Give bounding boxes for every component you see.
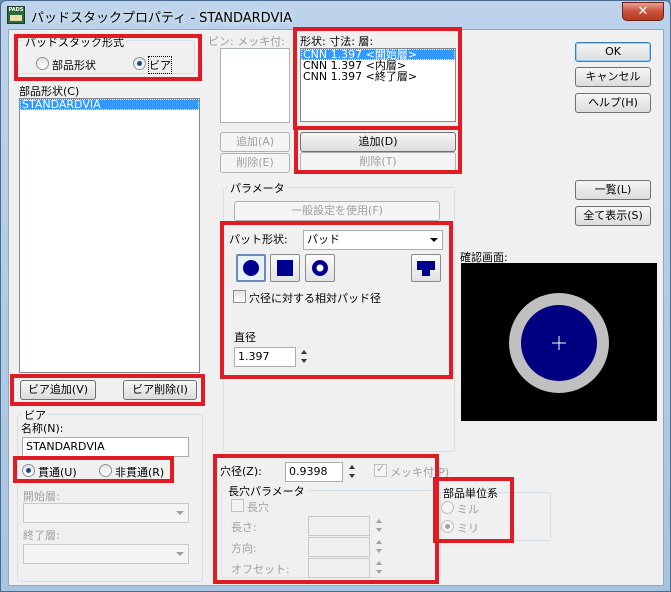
- start-layer-label: 開始層:: [23, 490, 60, 503]
- slot-length-spinner[interactable]: [374, 516, 384, 536]
- custom-pad-icon: [417, 261, 435, 276]
- relative-pad-checkbox[interactable]: [233, 290, 246, 303]
- units-label: 部品単位系: [443, 487, 498, 500]
- dialog-client: パッドスタック形式 部品形状 ビア 部品形状(C) STANDARDVIA ビア…: [8, 27, 664, 586]
- plating-pin-label: ピン: メッキ付:: [208, 35, 285, 48]
- radio-mm-label[interactable]: ミリ: [457, 520, 479, 536]
- cancel-button[interactable]: キャンセル: [575, 67, 651, 87]
- delete-layer-button[interactable]: 削除(T): [300, 152, 456, 172]
- plated-checkbox[interactable]: [374, 462, 387, 477]
- radio-non-through-label[interactable]: 非貫通(R): [115, 464, 164, 480]
- radio-through[interactable]: [22, 464, 35, 477]
- shape-size-layer-list[interactable]: CNN 1.397 <開始層> CNN 1.397 <内層> CNN 1.397…: [300, 48, 456, 122]
- pad-shape-label: パット形状:: [229, 233, 288, 246]
- app-icon-text: PADS: [8, 7, 24, 13]
- slot-label[interactable]: 長穴: [247, 499, 269, 515]
- chevron-down-icon: [176, 552, 184, 556]
- radio-mm[interactable]: [441, 520, 454, 533]
- part-shape-list[interactable]: STANDARDVIA: [19, 98, 200, 373]
- custom-pad-button[interactable]: [411, 254, 441, 282]
- add-pin-button[interactable]: 追加(A): [220, 132, 290, 152]
- arrow-up-icon: [301, 350, 307, 354]
- padstack-type-label: パッドスタック形式: [23, 34, 126, 50]
- arrow-down-icon: [349, 474, 355, 478]
- arrow-up-icon: [376, 519, 382, 523]
- add-via-button[interactable]: ビア追加(V): [20, 380, 96, 400]
- close-icon: ✕: [637, 4, 649, 19]
- via-name-label: 名称(N):: [21, 422, 64, 435]
- arrow-up-icon: [376, 561, 382, 565]
- parameters-label: パラメータ: [228, 180, 287, 196]
- pads-app-icon: PADS: [7, 6, 25, 24]
- list-button[interactable]: 一覧(L): [575, 180, 651, 200]
- delete-pin-button[interactable]: 削除(E): [220, 153, 290, 173]
- slot-length-label: 長さ:: [231, 521, 257, 534]
- radio-mil[interactable]: [441, 501, 454, 514]
- arrow-up-icon: [349, 465, 355, 469]
- arrow-down-icon: [376, 528, 382, 532]
- slot-direction-input[interactable]: [308, 537, 370, 557]
- part-shape-label: 部品形状(C): [19, 85, 80, 98]
- pad-preview-graphic: [509, 293, 609, 393]
- arrow-down-icon: [301, 359, 307, 363]
- slot-length-input[interactable]: [308, 516, 370, 536]
- diameter-spinner[interactable]: [299, 347, 309, 367]
- arrow-up-icon: [376, 540, 382, 544]
- drill-spinner[interactable]: [347, 462, 357, 482]
- annular-pad-button[interactable]: [305, 254, 335, 282]
- list-item[interactable]: STANDARDVIA: [20, 99, 199, 110]
- help-button[interactable]: ヘルプ(H): [575, 93, 651, 113]
- radio-mil-label[interactable]: ミル: [457, 501, 479, 517]
- delete-via-button[interactable]: ビア削除(I): [123, 380, 197, 400]
- radio-non-through[interactable]: [99, 464, 112, 477]
- window-title: パッドスタックプロパティ - STANDARDVIA: [31, 11, 293, 26]
- start-layer-select[interactable]: [23, 503, 189, 523]
- radio-via-label[interactable]: ビア: [148, 56, 172, 74]
- diameter-label: 直径: [234, 331, 256, 344]
- chevron-down-icon: [176, 511, 184, 515]
- end-layer-label: 終了層:: [23, 529, 60, 542]
- pad-shape-select[interactable]: パッド: [303, 230, 443, 250]
- round-pad-button[interactable]: [236, 254, 266, 282]
- close-button[interactable]: ✕: [622, 2, 664, 21]
- drill-input[interactable]: 0.9398: [285, 462, 343, 482]
- use-general-settings-button[interactable]: 一般設定を使用(F): [234, 201, 440, 221]
- list-item[interactable]: CNN 1.397 <終了層>: [301, 71, 455, 82]
- radio-via[interactable]: [133, 57, 146, 70]
- preview-canvas: [461, 263, 657, 421]
- slot-offset-label: オフセット:: [231, 563, 290, 576]
- slot-offset-input[interactable]: [308, 558, 370, 578]
- dialog-window: PADS パッドスタックプロパティ - STANDARDVIA ✕ パッドスタッ…: [0, 0, 671, 592]
- add-layer-button[interactable]: 追加(D): [300, 132, 456, 152]
- chevron-down-icon: [430, 238, 438, 242]
- pad-shape-value: パッド: [307, 233, 340, 246]
- drill-label: 穴径(Z):: [220, 465, 262, 478]
- slot-direction-label: 方向:: [231, 542, 257, 555]
- diameter-input[interactable]: 1.397: [234, 347, 296, 367]
- radio-part-shape-label[interactable]: 部品形状: [52, 57, 96, 73]
- slot-offset-spinner[interactable]: [374, 558, 384, 578]
- annular-pad-icon: [312, 260, 328, 276]
- arrow-down-icon: [376, 549, 382, 553]
- title-bar[interactable]: PADS パッドスタックプロパティ - STANDARDVIA ✕: [1, 1, 670, 29]
- ok-button[interactable]: OK: [575, 42, 651, 62]
- slot-checkbox[interactable]: [231, 499, 244, 512]
- plating-pin-list[interactable]: [220, 48, 290, 123]
- relative-pad-label[interactable]: 穴径に対する相対パッド径: [249, 290, 381, 306]
- round-pad-icon: [243, 260, 259, 276]
- end-layer-select[interactable]: [23, 544, 189, 564]
- square-pad-button[interactable]: [270, 254, 300, 282]
- shape-size-layer-label: 形状: 寸法: 層:: [300, 35, 374, 48]
- via-name-input[interactable]: STANDARDVIA: [22, 437, 189, 457]
- radio-part-shape[interactable]: [36, 57, 49, 70]
- plated-label[interactable]: メッキ付(P): [390, 464, 449, 480]
- radio-through-label[interactable]: 貫通(U): [38, 464, 77, 480]
- parameters-group: [223, 187, 455, 452]
- arrow-down-icon: [376, 570, 382, 574]
- square-pad-icon: [277, 260, 293, 276]
- slot-direction-spinner[interactable]: [374, 537, 384, 557]
- slot-parameters-label: 長穴パラメータ: [226, 483, 307, 499]
- show-all-button[interactable]: 全て表示(S): [575, 206, 651, 226]
